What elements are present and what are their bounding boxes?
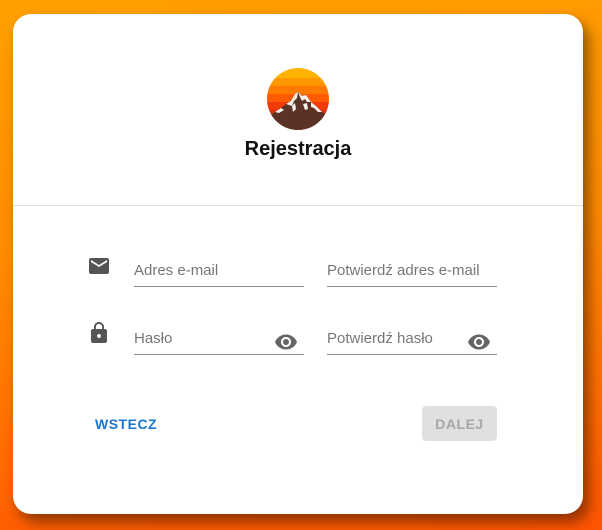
confirm-password-field[interactable] <box>327 324 457 352</box>
email-field[interactable] <box>134 256 304 284</box>
card-header: Rejestracja <box>13 14 583 206</box>
back-button[interactable]: WSTECZ <box>89 407 163 441</box>
next-button[interactable]: DALEJ <box>422 406 497 441</box>
eye-icon[interactable] <box>274 330 298 354</box>
password-field[interactable] <box>134 324 264 352</box>
confirm-password-field-container <box>327 324 497 355</box>
password-field-container <box>134 324 304 355</box>
email-field-container <box>134 256 304 287</box>
lock-icon <box>91 322 107 343</box>
page-title: Rejestracja <box>244 138 352 160</box>
mountain-sunset-logo-icon <box>267 68 329 130</box>
eye-icon[interactable] <box>467 330 491 354</box>
mail-icon <box>89 258 109 274</box>
registration-card: Rejestracja WSTECZ DALEJ <box>13 14 583 514</box>
confirm-email-field[interactable] <box>327 256 497 284</box>
confirm-email-field-container <box>327 256 497 287</box>
